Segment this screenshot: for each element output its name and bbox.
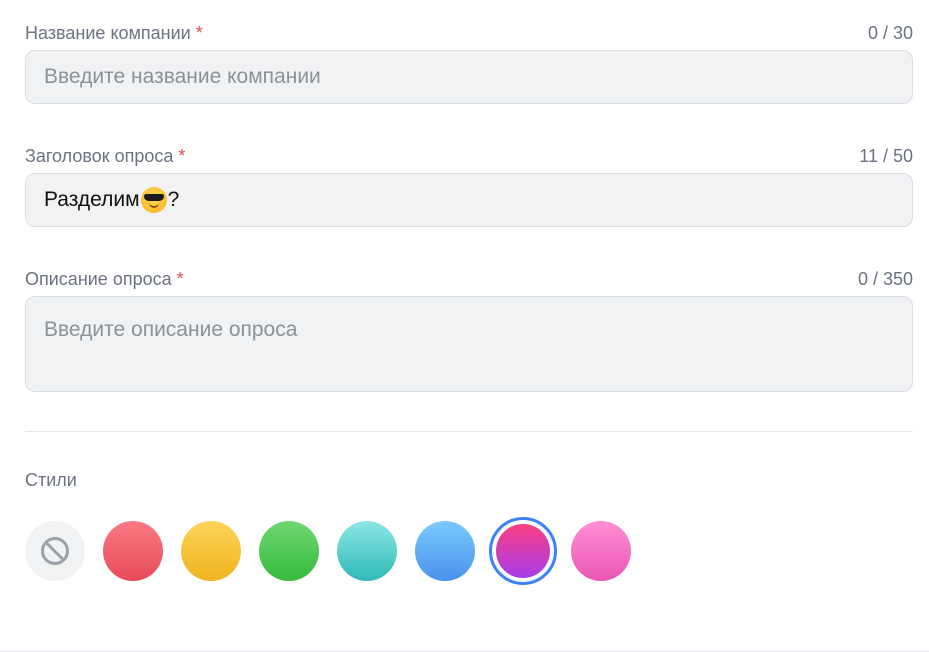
style-swatch-blue[interactable] (415, 521, 475, 581)
survey-description-placeholder: Введите описание опроса (44, 318, 298, 341)
survey-title-field: Заголовок опроса * 11 / 50 Разделим ? (25, 145, 913, 227)
company-name-label: Название компании * (25, 22, 203, 43)
survey-description-counter: 0 / 350 (857, 268, 913, 289)
survey-description-label: Описание опроса * (25, 268, 184, 289)
company-name-input[interactable]: Введите название компании (25, 50, 913, 104)
style-swatch-pink[interactable] (571, 521, 631, 581)
sunglasses-emoji-icon (140, 187, 167, 213)
style-swatch-red[interactable] (103, 521, 163, 581)
style-swatch-none[interactable] (25, 521, 85, 581)
style-swatch-teal[interactable] (337, 521, 397, 581)
required-mark: * (176, 268, 184, 289)
style-swatch-green[interactable] (259, 521, 319, 581)
survey-description-label-row: Описание опроса * 0 / 350 (25, 268, 913, 290)
survey-title-counter: 11 / 50 (859, 145, 913, 166)
survey-title-label: Заголовок опроса * (25, 145, 186, 166)
styles-label: Стили (25, 470, 77, 490)
survey-title-label-row: Заголовок опроса * 11 / 50 (25, 145, 913, 167)
section-divider (25, 431, 913, 432)
required-mark: * (178, 145, 186, 166)
company-name-label-row: Название компании * 0 / 30 (25, 22, 913, 44)
company-name-counter: 0 / 30 (867, 22, 913, 43)
company-name-placeholder: Введите название компании (44, 65, 321, 88)
survey-title-value: Разделим ? (44, 187, 180, 213)
style-swatch-pink-purple[interactable] (489, 517, 557, 585)
survey-form: Название компании * 0 / 30 Введите назван… (0, 0, 929, 652)
company-name-field: Название компании * 0 / 30 Введите назван… (25, 22, 913, 104)
style-swatch-yellow[interactable] (181, 521, 241, 581)
survey-description-field: Описание опроса * 0 / 350 Введите описани… (25, 268, 913, 392)
style-swatches (25, 517, 649, 585)
survey-description-textarea[interactable]: Введите описание опроса (25, 296, 913, 392)
survey-title-input[interactable]: Разделим ? (25, 173, 913, 227)
required-mark: * (195, 22, 203, 43)
no-style-icon (41, 537, 69, 565)
